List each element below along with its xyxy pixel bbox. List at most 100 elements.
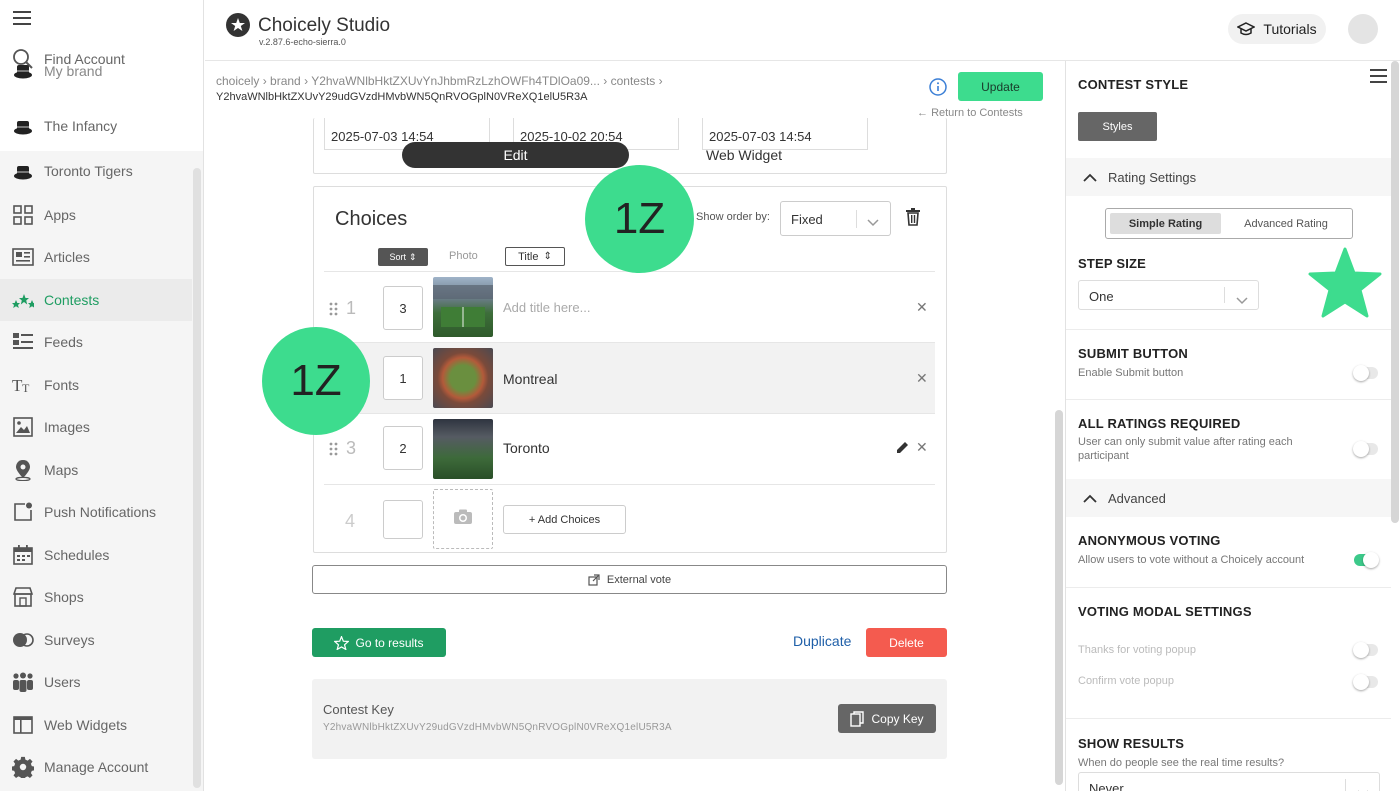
panel-scrollbar[interactable] [1391,61,1399,523]
choice-row[interactable]: 1 3 Add title here... ✕ [324,272,935,342]
external-vote-button[interactable]: External vote [312,565,947,594]
sidebar-item-shops[interactable]: Shops [0,576,192,618]
update-button[interactable]: Update [958,72,1043,101]
choice-photo[interactable] [433,348,493,408]
advanced-section[interactable]: Advanced [1066,479,1391,517]
breadcrumb-item[interactable]: contests [611,74,656,88]
users-icon [12,672,34,692]
external-vote-label: External vote [606,573,672,586]
pencil-icon[interactable] [896,441,909,459]
duplicate-link[interactable]: Duplicate [793,633,851,649]
sidebar-item-surveys[interactable]: Surveys [0,619,192,661]
simple-rating-option[interactable]: Simple Rating [1110,213,1221,234]
calendar-icon [12,545,34,565]
anonymous-voting-toggle[interactable] [1354,552,1379,568]
choice-row[interactable]: 2 1 Montreal ✕ [324,343,935,413]
choice-title[interactable]: Montreal [503,371,557,387]
choice-title[interactable]: Toronto [503,440,550,456]
title-label: Title [518,250,539,263]
sidebar-item-label: Surveys [44,632,95,648]
all-ratings-required-heading: ALL RATINGS REQUIRED [1078,416,1241,431]
show-results-select[interactable]: Never [1078,772,1380,791]
sidebar-scrollbar[interactable] [193,168,201,788]
sidebar-item-maps[interactable]: Maps [0,449,192,491]
sidebar-item-schedules[interactable]: Schedules [0,534,192,576]
sort-column-header[interactable]: Sort ⇕ [378,248,428,266]
title-column-header[interactable]: Title ⇕ [505,247,565,266]
rating-settings-section[interactable]: Rating Settings [1066,158,1391,196]
all-ratings-required-toggle[interactable] [1353,441,1378,457]
contest-key-label: Contest Key [323,702,394,717]
sidebar-item-the-infancy[interactable]: The Infancy [0,105,192,147]
hamburger-icon[interactable] [13,10,31,31]
sidebar-item-manage-account[interactable]: Manage Account [0,746,192,788]
order-input[interactable]: 3 [383,286,423,330]
show-results-value: Never [1089,781,1124,791]
sidebar-item-apps[interactable]: Apps [0,194,192,236]
choice-row[interactable]: 3 2 Toronto ✕ [324,414,935,484]
remove-icon[interactable]: ✕ [916,299,928,316]
submit-button-toggle[interactable] [1353,365,1378,381]
sort-label: Sort [389,252,406,262]
sidebar-item-feeds[interactable]: Feeds [0,321,192,363]
sidebar-item-fonts[interactable]: T T Fonts [0,364,192,406]
sidebar-item-users[interactable]: Users [0,661,192,703]
avatar[interactable] [1348,14,1378,44]
sort-arrows-icon: ⇕ [543,251,552,262]
external-link-icon [588,573,600,586]
choice-photo[interactable] [433,419,493,479]
choice-photo[interactable] [433,277,493,337]
step-size-select[interactable]: One [1078,280,1259,310]
sidebar-item-web-widgets[interactable]: Web Widgets [0,704,192,746]
breadcrumb-item[interactable]: choicely [216,74,259,88]
results-date-field[interactable]: 2025-07-03 14:54 [702,118,868,150]
confirm-popup-toggle[interactable] [1353,674,1378,690]
sidebar-item-contests[interactable]: Contests [0,279,192,321]
order-input[interactable]: 1 [383,356,423,400]
sidebar-item-label: Articles [44,249,90,265]
delete-button[interactable]: Delete [866,628,947,657]
sort-arrows-icon: ⇕ [408,251,417,262]
submit-button-desc: Enable Submit button [1078,367,1184,379]
breadcrumb-item[interactable]: Y2hvaWNlbHktZXUvYnJhbmRzLzhOWFh4TDlOa09.… [311,74,600,88]
styles-button[interactable]: Styles [1078,112,1157,141]
sidebar-item-articles[interactable]: Articles [0,236,192,278]
thanks-popup-label: Thanks for voting popup [1078,644,1197,656]
show-results-heading: SHOW RESULTS [1078,736,1185,751]
contest-key-value: Y2hvaWNlbHktZXUvY29udGVzdHMvbWN5QnRVOGpl… [323,722,672,733]
article-icon [12,247,34,267]
show-order-select[interactable]: Fixed [780,201,891,236]
overlay-badge-circle: 1Z [262,327,370,435]
photo-upload[interactable] [433,489,493,549]
info-icon[interactable] [929,78,947,101]
sidebar-item-push-notifications[interactable]: Push Notifications [0,491,192,533]
svg-text:T: T [22,381,30,394]
sidebar-item-label: My brand [44,63,103,79]
thanks-popup-toggle[interactable] [1353,642,1378,658]
add-choices-button[interactable]: + Add Choices [503,505,626,534]
copy-key-button[interactable]: Copy Key [838,704,936,733]
copy-icon [850,710,865,727]
go-to-results-button[interactable]: Go to results [312,628,446,657]
star-badge-icon [1308,247,1382,324]
tab-web-widget[interactable]: Web Widget [706,147,782,163]
tutorials-button[interactable]: Tutorials [1228,14,1326,44]
tab-edit[interactable]: Edit [402,142,629,168]
main-scrollbar[interactable] [1055,410,1063,785]
drag-handle-icon[interactable] [329,442,339,456]
panel-menu-icon[interactable] [1370,69,1387,88]
chevron-up-icon [1083,491,1097,506]
order-input[interactable] [383,500,423,539]
breadcrumb-item[interactable]: brand [270,74,301,88]
sidebar-item-my-brand[interactable]: My brand [0,62,192,84]
sidebar-item-toronto-tigers[interactable]: Toronto Tigers [0,150,192,192]
choice-title-placeholder[interactable]: Add title here... [503,300,590,315]
remove-icon[interactable]: ✕ [916,439,928,456]
order-input[interactable]: 2 [383,426,423,470]
push-notification-icon [12,502,34,522]
advanced-rating-option[interactable]: Advanced Rating [1225,213,1347,234]
sidebar-item-images[interactable]: Images [0,406,192,448]
drag-handle-icon[interactable] [329,302,339,316]
trash-icon[interactable] [905,208,921,231]
remove-icon[interactable]: ✕ [916,370,928,387]
